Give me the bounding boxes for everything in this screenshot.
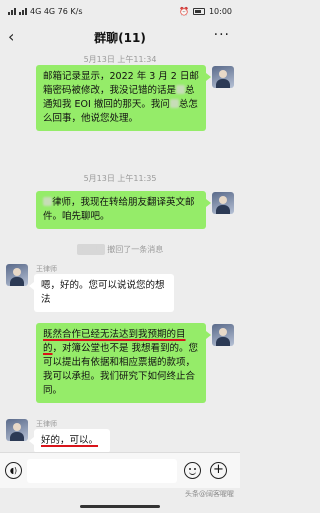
- recall-text: 撤回了一条消息: [107, 245, 164, 254]
- status-time: 10:00: [208, 6, 232, 16]
- sender-name: 王律师: [36, 265, 57, 273]
- message-bubble-sent[interactable]: 律师，我现在转给朋友翻译英文邮件。咱先聊吧。: [36, 191, 211, 229]
- avatar[interactable]: [212, 324, 234, 346]
- underlined-text: 好的，可以。: [41, 435, 99, 446]
- message-input[interactable]: [27, 459, 177, 483]
- redacted-name: [176, 85, 186, 94]
- input-bar: ◖) +: [0, 452, 240, 488]
- redacted-name: [43, 197, 52, 206]
- redacted-name: 王律师: [76, 244, 105, 255]
- avatar[interactable]: [6, 264, 28, 286]
- emoji-icon[interactable]: [184, 462, 201, 479]
- message-text: 律师，我现在转给朋友翻译英文邮件。咱先聊吧。: [43, 197, 195, 222]
- status-bar: 4G 4G 76 K/s ⏰ 10:00: [0, 0, 240, 22]
- timestamp: 5月13日 上午11:34: [83, 55, 157, 64]
- signal-icon: [8, 7, 16, 15]
- alarm-icon: ⏰: [178, 6, 189, 16]
- voice-icon[interactable]: ◖): [5, 462, 22, 479]
- message-list[interactable]: 5月13日 上午11:34 邮箱记录显示，2022 年 3 月 2 日邮箱密码被…: [0, 52, 240, 453]
- message-text: ，对簿公堂也不是 我想看到的。您可以提出有依据和相应票据的款项，我可以承担。我们…: [43, 343, 199, 396]
- more-dots-icon[interactable]: ···: [214, 27, 230, 43]
- signal-icon-2: [19, 7, 27, 15]
- chevron-left-icon[interactable]: ‹: [8, 28, 14, 46]
- sender-name: 王律师: [36, 420, 57, 428]
- avatar[interactable]: [212, 66, 234, 88]
- home-indicator: [0, 498, 240, 513]
- battery-icon: [192, 7, 205, 15]
- status-network: 4G 4G 76 K/s: [8, 7, 83, 16]
- message-bubble-sent[interactable]: 邮箱记录显示，2022 年 3 月 2 日邮箱密码被修改，我没记错的话是 总通知我…: [36, 65, 211, 131]
- message-bubble-received[interactable]: 好的，可以。: [29, 429, 110, 453]
- message-bubble-sent[interactable]: 既然合作已经无法达到我预期的目的，对簿公堂也不是 我想看到的。您可以提出有依据和…: [36, 323, 211, 403]
- plus-icon[interactable]: +: [210, 462, 227, 479]
- avatar[interactable]: [212, 192, 234, 214]
- timestamp: 5月13日 上午11:35: [83, 174, 157, 183]
- avatar[interactable]: [6, 419, 28, 441]
- message-text: 嗯，好的。您可以说说您的想法: [41, 280, 165, 305]
- chat-title: 群聊(11): [94, 30, 146, 45]
- network-speed: 4G 4G 76 K/s: [30, 6, 83, 16]
- chat-header: ‹ 群聊(11) ···: [0, 22, 240, 52]
- redacted-name: [169, 99, 179, 108]
- recall-notice: 王律师 撤回了一条消息: [0, 244, 240, 255]
- message-bubble-received[interactable]: 嗯，好的。您可以说说您的想法: [29, 274, 174, 312]
- status-right: ⏰ 10:00: [179, 7, 232, 16]
